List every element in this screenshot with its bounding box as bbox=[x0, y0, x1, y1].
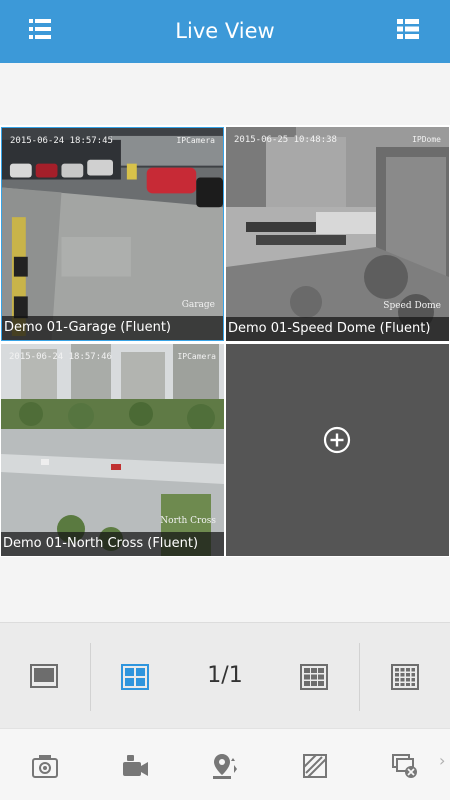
quad-view-icon bbox=[121, 664, 149, 690]
camera-tile-north-cross[interactable]: 2015-06-24 18:57:46 IPCamera North Cross… bbox=[1, 344, 224, 556]
osd-timestamp: 2015-06-25 10:48:38 bbox=[234, 135, 337, 145]
layout-divider bbox=[359, 643, 360, 711]
camera-tile-speed-dome[interactable]: 2015-06-25 10:48:38 IPDome Speed Dome De… bbox=[226, 127, 449, 341]
camera-caption: Demo 01-Speed Dome (Fluent) bbox=[226, 317, 449, 341]
layout-divider bbox=[90, 643, 91, 711]
osd-location: Speed Dome bbox=[383, 301, 441, 311]
layout-single-button[interactable] bbox=[30, 623, 58, 729]
single-view-icon bbox=[30, 664, 58, 688]
osd-timestamp: 2015-06-24 18:57:46 bbox=[9, 352, 112, 362]
empty-camera-slot[interactable] bbox=[226, 344, 449, 556]
page-indicator: 1/1 bbox=[207, 663, 243, 688]
nine-view-icon bbox=[300, 664, 328, 690]
list-view-icon[interactable] bbox=[395, 16, 421, 42]
more-chevron-icon[interactable]: › bbox=[439, 751, 445, 770]
layout-nine-button[interactable] bbox=[300, 623, 328, 729]
image-quality-icon[interactable] bbox=[300, 751, 330, 781]
osd-location: Garage bbox=[181, 300, 215, 310]
camera-caption: Demo 01-Garage (Fluent) bbox=[2, 316, 223, 340]
app-header: Live View bbox=[0, 0, 450, 63]
stop-all-icon[interactable] bbox=[390, 751, 420, 781]
camera-caption: Demo 01-North Cross (Fluent) bbox=[1, 532, 224, 556]
bottom-toolbar: › bbox=[0, 728, 450, 800]
sixteen-view-icon bbox=[391, 664, 419, 690]
ptz-icon[interactable] bbox=[210, 751, 240, 781]
layout-selector-bar: 1/1 bbox=[0, 622, 450, 728]
add-camera-icon[interactable] bbox=[323, 426, 351, 454]
record-icon[interactable] bbox=[120, 751, 150, 781]
osd-timestamp: 2015-06-24 18:57:45 bbox=[10, 136, 113, 146]
capture-icon[interactable] bbox=[30, 751, 60, 781]
layout-sixteen-button[interactable] bbox=[391, 623, 419, 729]
osd-camera-name: IPCamera bbox=[177, 352, 216, 361]
camera-tile-garage[interactable]: 2015-06-24 18:57:45 IPCamera Garage Demo… bbox=[1, 127, 224, 341]
page-title: Live View bbox=[175, 19, 275, 43]
osd-camera-name: IPCamera bbox=[176, 136, 215, 145]
osd-location: North Cross bbox=[160, 516, 216, 526]
layout-quad-button[interactable] bbox=[121, 623, 149, 729]
osd-camera-name: IPDome bbox=[412, 135, 441, 144]
